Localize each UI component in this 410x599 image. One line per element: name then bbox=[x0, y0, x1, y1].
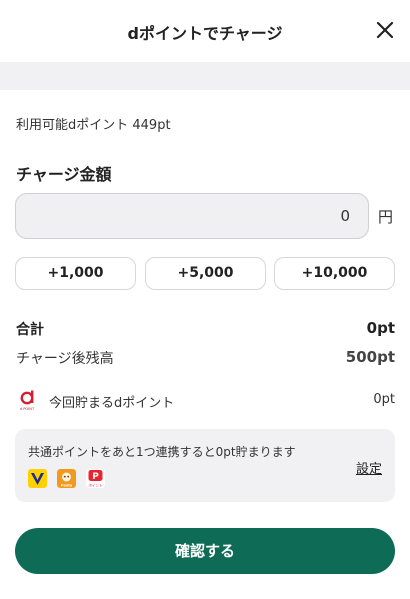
header-divider bbox=[0, 62, 410, 90]
balance-label: チャージ後残高 bbox=[16, 351, 114, 367]
link-points-info: 共通ポイントをあと1つ連携すると0pt貯まります 設定 Ponta P ポイント bbox=[15, 429, 395, 502]
earn-points-value: 0pt bbox=[373, 392, 395, 407]
total-label: 合計 bbox=[16, 322, 44, 338]
currency-label: 円 bbox=[378, 208, 394, 226]
amount-value: 0 bbox=[340, 207, 350, 225]
add-5000-button[interactable]: +5,000 bbox=[145, 257, 266, 290]
earn-points-label: 今回貯まるdポイント bbox=[49, 396, 175, 411]
header: dポイントでチャージ bbox=[0, 0, 410, 62]
balance-value: 500pt bbox=[345, 348, 395, 366]
d-point-logo-text: d POINT bbox=[20, 407, 35, 411]
add-10000-button[interactable]: +10,000 bbox=[274, 257, 395, 290]
total-value: 0pt bbox=[366, 319, 395, 337]
d-point-logo: d POINT bbox=[20, 390, 35, 411]
charge-amount-title: チャージ金額 bbox=[16, 165, 112, 184]
confirm-button[interactable]: 確認する bbox=[15, 528, 395, 574]
add-1000-button[interactable]: +1,000 bbox=[15, 257, 136, 290]
close-icon[interactable] bbox=[374, 19, 396, 41]
available-points: 利用可能dポイント 449pt bbox=[16, 118, 171, 133]
page-title: dポイントでチャージ bbox=[127, 24, 283, 43]
ponta-logo-text: Ponta bbox=[61, 483, 73, 487]
svg-text:P: P bbox=[92, 472, 99, 482]
paypay-logo-text: ポイント bbox=[88, 483, 103, 488]
paypay-point-logo: P ポイント bbox=[86, 469, 105, 488]
earn-points-row: d POINT 今回貯まるdポイント 0pt bbox=[16, 389, 395, 411]
ponta-logo: Ponta bbox=[57, 469, 76, 488]
v-point-logo bbox=[28, 469, 47, 488]
link-points-message: 共通ポイントをあと1つ連携すると0pt貯まります bbox=[28, 445, 296, 459]
settings-link[interactable]: 設定 bbox=[356, 458, 382, 477]
amount-input[interactable]: 0 bbox=[15, 193, 369, 239]
